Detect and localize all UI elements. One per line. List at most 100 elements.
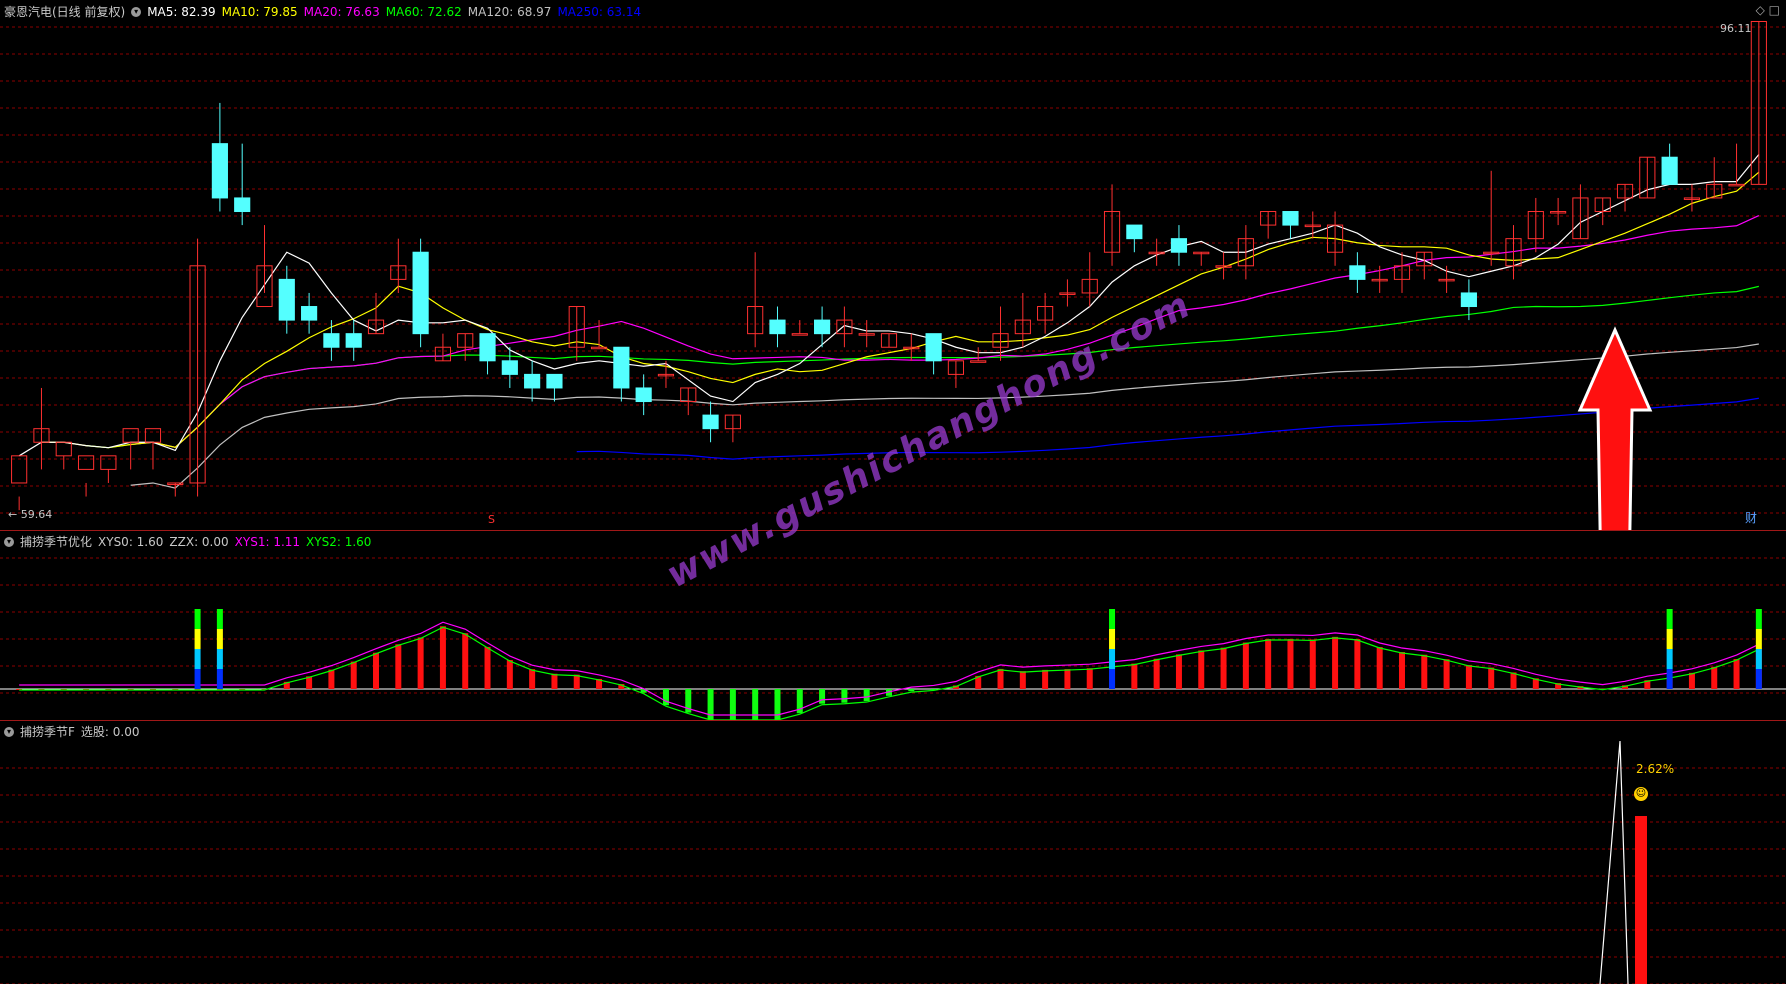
smile-icon: ☺ bbox=[1634, 787, 1648, 801]
candle bbox=[1483, 170, 1500, 266]
signal-column bbox=[216, 609, 223, 629]
candle-body bbox=[1282, 211, 1299, 226]
osc-bar bbox=[1198, 650, 1205, 689]
candle-body bbox=[144, 428, 162, 443]
candle bbox=[501, 347, 518, 388]
candle-body bbox=[100, 455, 117, 470]
signal-column bbox=[1109, 609, 1116, 629]
panel2-title: 捕捞季节优化 bbox=[20, 535, 93, 549]
candle bbox=[211, 102, 228, 212]
diamond-icon[interactable]: ◇ bbox=[1756, 3, 1765, 17]
osc-bar bbox=[551, 673, 558, 689]
candle-body bbox=[925, 333, 942, 362]
xys-label-1: ZZX: 0.00 bbox=[169, 534, 229, 549]
percent-label: 2.62% bbox=[1636, 762, 1675, 776]
panel2-menu-icon[interactable]: ▾ bbox=[4, 536, 14, 547]
candle bbox=[1103, 184, 1121, 266]
osc-bar bbox=[863, 689, 870, 702]
candle bbox=[1193, 251, 1210, 266]
indicator-panel-f[interactable]: ▾ 捕捞季节F 选股: 0.00 2.62% ☺ bbox=[0, 721, 1786, 984]
ma-label-0: MA5: 82.39 bbox=[147, 4, 216, 19]
candle bbox=[1416, 251, 1433, 280]
osc-bar bbox=[908, 689, 915, 692]
candle-body bbox=[1460, 292, 1477, 308]
candle-body bbox=[301, 306, 318, 321]
signal-column bbox=[216, 629, 223, 649]
candle bbox=[1059, 279, 1076, 307]
red-arrow bbox=[1577, 326, 1653, 530]
candle-body bbox=[546, 373, 563, 389]
osc-bar bbox=[1287, 638, 1294, 689]
candle bbox=[1126, 224, 1143, 253]
candle bbox=[167, 482, 184, 497]
panel3-legend: ▾ 捕捞季节F 选股: 0.00 bbox=[4, 723, 151, 740]
ma-label-1: MA10: 79.85 bbox=[221, 4, 298, 19]
f-label-0: 选股: 0.00 bbox=[80, 725, 140, 739]
signal-column bbox=[1666, 629, 1673, 649]
candle bbox=[77, 455, 95, 497]
cai-marker: 财 bbox=[1745, 511, 1757, 525]
candle bbox=[1282, 211, 1299, 239]
candle bbox=[568, 306, 585, 361]
osc-bar bbox=[997, 668, 1004, 689]
ma-label-2: MA20: 76.63 bbox=[303, 4, 380, 19]
candle bbox=[33, 387, 50, 470]
candle bbox=[1550, 197, 1567, 226]
osc-bar bbox=[841, 689, 848, 703]
osc-bar bbox=[462, 633, 469, 689]
candle-body bbox=[211, 143, 228, 199]
window-icon[interactable]: □ bbox=[1769, 3, 1780, 17]
osc-bar bbox=[328, 669, 335, 689]
candle bbox=[367, 292, 385, 335]
ma-legend-items: MA5: 82.39 MA10: 79.85 MA20: 76.63 MA60: 72… bbox=[147, 5, 647, 19]
candle bbox=[1572, 184, 1589, 240]
candle bbox=[1215, 252, 1232, 280]
candle bbox=[947, 360, 964, 388]
signal-column bbox=[1109, 669, 1116, 689]
osc-bar bbox=[439, 626, 446, 689]
candle bbox=[613, 346, 630, 402]
candle bbox=[769, 306, 786, 348]
candle bbox=[278, 265, 295, 334]
buluo-indicator-chart[interactable] bbox=[0, 531, 1786, 721]
osc-bar bbox=[1220, 647, 1227, 689]
signal-column bbox=[1755, 649, 1762, 669]
osc-bar bbox=[529, 669, 536, 689]
osc-bar bbox=[1711, 666, 1718, 689]
candle bbox=[55, 441, 72, 470]
candle bbox=[479, 333, 496, 375]
candle-body bbox=[1126, 224, 1143, 240]
candle bbox=[100, 455, 117, 483]
osc-bar bbox=[819, 689, 826, 704]
osc-bar bbox=[1376, 647, 1383, 689]
osc-bar bbox=[1131, 663, 1138, 689]
panel3-menu-icon[interactable]: ▾ bbox=[4, 726, 14, 737]
osc-bar bbox=[350, 661, 357, 689]
osc-bar bbox=[1153, 658, 1160, 689]
top-right-icons[interactable]: ◇ □ bbox=[1756, 3, 1780, 17]
candle bbox=[1170, 225, 1188, 266]
f-indicator-chart[interactable] bbox=[0, 721, 1786, 984]
signal-column bbox=[1755, 629, 1762, 649]
xys-label-0: XYS0: 1.60 bbox=[98, 534, 164, 549]
indicator-panel-buluo[interactable]: ▾ 捕捞季节优化 XYS0: 1.60 ZZX: 0.00 XYS1: 1.11 XY… bbox=[0, 531, 1786, 721]
osc-bar bbox=[1354, 639, 1361, 689]
candle bbox=[724, 414, 741, 443]
osc-bar bbox=[1309, 639, 1316, 689]
candle bbox=[1683, 184, 1701, 212]
signal-column bbox=[216, 669, 223, 689]
xys1-line bbox=[19, 621, 1760, 716]
candle-body bbox=[479, 333, 496, 362]
stock-title: 豪恩汽电(日线 前复权) bbox=[4, 5, 126, 19]
osc-bar bbox=[1510, 672, 1517, 689]
panel2-values: XYS0: 1.60 ZZX: 0.00 XYS1: 1.11 XYS2: 1.60 bbox=[98, 535, 377, 549]
candle bbox=[970, 347, 987, 363]
candle-body bbox=[524, 373, 541, 389]
candle bbox=[657, 360, 675, 388]
candle bbox=[747, 252, 764, 348]
candle bbox=[635, 374, 652, 416]
candle bbox=[1527, 197, 1544, 253]
osc-bar bbox=[1443, 659, 1450, 689]
settings-dropdown-icon[interactable]: ▾ bbox=[131, 6, 142, 17]
candle-body bbox=[278, 278, 295, 321]
